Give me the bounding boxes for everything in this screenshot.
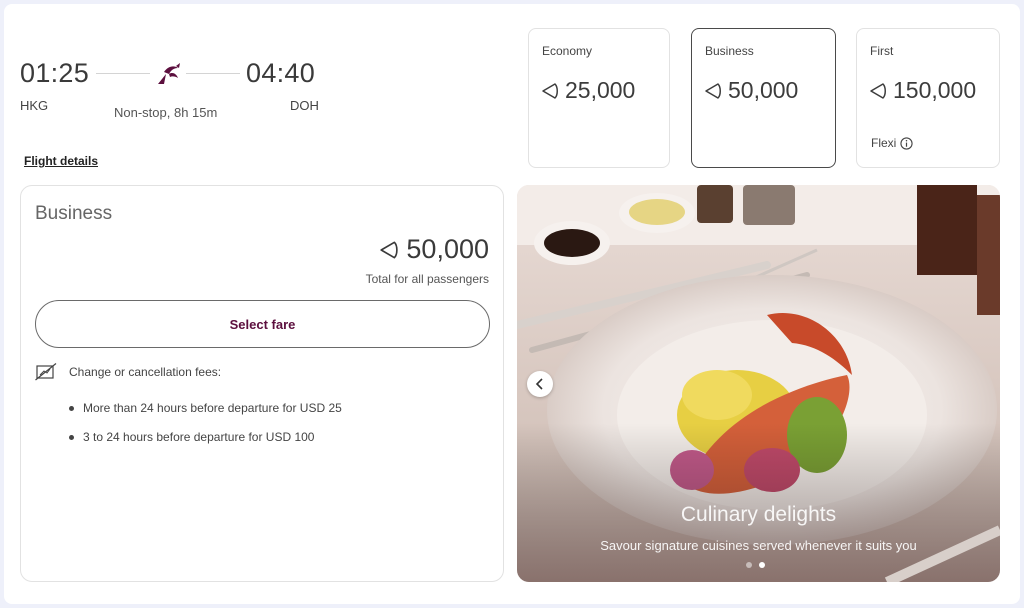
fare-card-business[interactable]: Business 50,000: [691, 28, 836, 168]
fare-card-price: 25,000: [541, 77, 635, 104]
origin-airport: HKG: [20, 98, 49, 113]
list-item: More than 24 hours before departure for …: [69, 401, 342, 415]
carousel-caption-title: Culinary delights: [680, 503, 837, 526]
info-icon[interactable]: [900, 136, 913, 150]
fare-detail-price: 50,000: [379, 234, 489, 265]
flight-duration: Non-stop, 8h 15m: [114, 105, 218, 120]
fare-card-name: Economy: [542, 44, 593, 58]
fare-card-name: Business: [705, 44, 754, 58]
destination-airport: DOH: [290, 98, 319, 113]
fees-heading: Change or cancellation fees:: [69, 365, 222, 379]
fare-card-price: 50,000: [704, 77, 798, 104]
arrival-time: 04:40: [246, 58, 316, 88]
avios-icon: [870, 82, 886, 99]
fare-card-name: First: [870, 44, 894, 58]
fees-heading-row: Change or cancellation fees:: [35, 363, 221, 381]
no-fee-icon: [35, 363, 57, 381]
fare-card-economy[interactable]: Economy 25,000: [528, 28, 670, 168]
carousel-dot-1[interactable]: [746, 562, 752, 568]
flexi-label: Flexi: [871, 136, 897, 150]
total-passengers-label: Total for all passengers: [365, 272, 489, 286]
flight-details-link[interactable]: Flight details: [24, 154, 98, 168]
fare-detail-title: Business: [35, 203, 113, 224]
fare-card-price: 150,000: [869, 77, 976, 104]
fees-list: More than 24 hours before departure for …: [69, 401, 342, 459]
oryx-logo-icon: [158, 63, 180, 84]
carousel-prev-button[interactable]: [527, 371, 553, 397]
list-item: 3 to 24 hours before departure for USD 1…: [69, 430, 342, 444]
flexi-tag: Flexi: [871, 136, 913, 150]
fare-card-first[interactable]: First 150,000 Flexi: [856, 28, 1000, 168]
fare-detail-price-value: 50,000: [406, 234, 489, 264]
departure-time: 01:25: [20, 58, 90, 88]
fare-price-value: 150,000: [893, 77, 977, 103]
carousel-dots: [746, 562, 765, 568]
carousel-dot-2[interactable]: [759, 562, 765, 568]
fare-detail-card: Business 50,000 Total for all passengers…: [20, 185, 504, 582]
route-line-right: [186, 73, 240, 74]
avios-icon: [705, 82, 721, 99]
avios-icon: [380, 240, 399, 259]
avios-icon: [542, 82, 558, 99]
fare-price-value: 25,000: [565, 77, 636, 103]
select-fare-button[interactable]: Select fare: [35, 300, 490, 348]
route-line-left: [96, 73, 150, 74]
fare-price-value: 50,000: [728, 77, 799, 103]
image-carousel: Culinary delights Savour signature cuisi…: [517, 185, 1000, 582]
chevron-left-icon: [535, 378, 543, 390]
carousel-caption-subtitle: Savour signature cuisines served wheneve…: [600, 538, 917, 553]
